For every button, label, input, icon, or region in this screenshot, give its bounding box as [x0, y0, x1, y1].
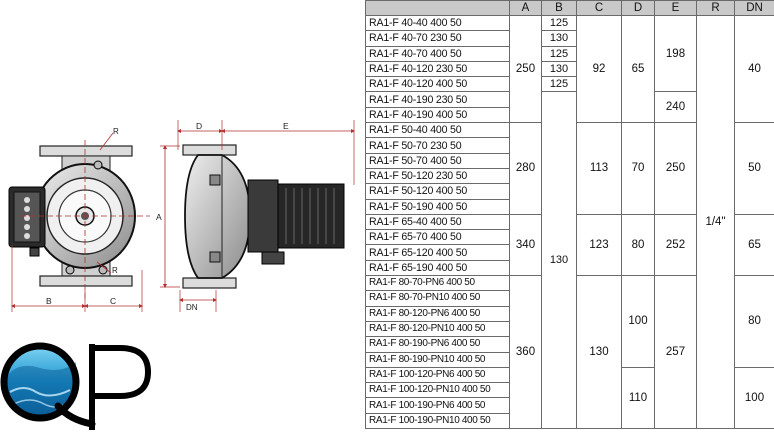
model-cell: RA1-F 50-120 230 50	[365, 167, 510, 185]
dn-cell: 50	[734, 122, 774, 215]
model-cell: RA1-F 50-70 230 50	[365, 137, 510, 154]
model-cell: RA1-F 50-120 400 50	[365, 183, 510, 200]
header-b: B	[541, 0, 577, 16]
a-cell: 250	[509, 14, 542, 124]
table-header-row: A B C D E R DN	[365, 0, 774, 16]
dim-b: B	[46, 296, 52, 306]
a-cell: 340	[509, 213, 542, 277]
dim-r-bottom: R	[112, 266, 118, 275]
dn-cell: 40	[734, 14, 774, 124]
e-cell: 198	[654, 14, 697, 93]
b-cell: 125	[541, 14, 577, 32]
model-cell: RA1-F 100-190-PN10 400 50	[365, 412, 510, 430]
pump-dimension-drawing: R R B C D E A DN	[0, 120, 355, 430]
model-cell: RA1-F 65-40 400 50	[365, 213, 510, 231]
dim-c: C	[110, 296, 116, 306]
model-cell: RA1-F 40-40 400 50	[365, 14, 510, 32]
dim-r-top: R	[113, 127, 119, 136]
e-cell: 257	[654, 275, 697, 430]
dim-a: A	[156, 212, 162, 222]
model-cell: RA1-F 100-120-PN6 400 50	[365, 366, 510, 384]
model-cell: RA1-F 50-40 400 50	[365, 122, 510, 139]
pump-front-view: R R B C	[8, 127, 150, 312]
table-row: RA1-F 40-40 400 50 250 125 92 65 198 1/4…	[365, 14, 774, 430]
model-cell: RA1-F 40-120 230 50	[365, 60, 510, 78]
model-cell: RA1-F 80-190-PN10 400 50	[365, 351, 510, 368]
header-e: E	[654, 0, 697, 16]
c-cell: 92	[576, 14, 622, 124]
b-cell: 130	[541, 60, 577, 78]
model-cell: RA1-F 65-70 400 50	[365, 229, 510, 246]
qp-logo	[0, 342, 152, 430]
model-cell: RA1-F 65-190 400 50	[365, 259, 510, 277]
b-cell: 125	[541, 76, 577, 93]
b-cell: 130	[541, 91, 577, 430]
a-cell: 360	[509, 275, 542, 430]
e-cell: 250	[654, 122, 697, 215]
model-cell: RA1-F 100-190-PN6 400 50	[365, 397, 510, 414]
model-cell: RA1-F 40-70 230 50	[365, 30, 510, 47]
model-cell: RA1-F 80-120-PN6 400 50	[365, 305, 510, 322]
model-cell: RA1-F 40-70 400 50	[365, 45, 510, 62]
b-cell: 130	[541, 30, 577, 47]
c-cell: 130	[576, 275, 622, 430]
model-cell: RA1-F 65-120 400 50	[365, 244, 510, 261]
dn-cell: 80	[734, 275, 774, 368]
e-cell: 240	[654, 91, 697, 124]
header-c: C	[576, 0, 622, 16]
header-model	[365, 0, 510, 16]
model-cell: RA1-F 50-70 400 50	[365, 152, 510, 169]
header-dn: DN	[734, 0, 774, 16]
e-cell: 252	[654, 213, 697, 277]
b-cell: 125	[541, 45, 577, 62]
d-cell: 65	[621, 14, 655, 124]
dim-e: E	[283, 121, 289, 131]
model-cell: RA1-F 40-190 230 50	[365, 91, 510, 108]
specification-table: A B C D E R DN RA1-F 40-40 400 50 250 12…	[365, 0, 774, 430]
model-cell: RA1-F 80-70-PN6 400 50	[365, 275, 510, 292]
header-d: D	[621, 0, 655, 16]
pump-side-view: D E A DN	[156, 120, 355, 312]
c-cell: 123	[576, 213, 622, 277]
a-cell: 280	[509, 122, 542, 215]
model-cell: RA1-F 80-70-PN10 400 50	[365, 290, 510, 307]
d-cell: 70	[621, 122, 655, 215]
header-r: R	[696, 0, 735, 16]
dim-dn: DN	[186, 303, 198, 312]
d-cell: 110	[621, 366, 655, 430]
model-cell: RA1-F 40-190 400 50	[365, 106, 510, 124]
model-cell: RA1-F 50-190 400 50	[365, 198, 510, 215]
model-cell: RA1-F 80-120-PN10 400 50	[365, 320, 510, 338]
model-cell: RA1-F 100-120-PN10 400 50	[365, 382, 510, 399]
d-cell: 80	[621, 213, 655, 277]
dn-cell: 65	[734, 213, 774, 277]
dn-cell: 100	[734, 366, 774, 430]
model-cell: RA1-F 80-190-PN6 400 50	[365, 336, 510, 353]
d-cell: 100	[621, 275, 655, 368]
header-a: A	[509, 0, 542, 16]
dim-d: D	[196, 121, 202, 131]
r-cell: 1/4"	[696, 14, 735, 430]
model-cell: RA1-F 40-120 400 50	[365, 76, 510, 93]
c-cell: 113	[576, 122, 622, 215]
